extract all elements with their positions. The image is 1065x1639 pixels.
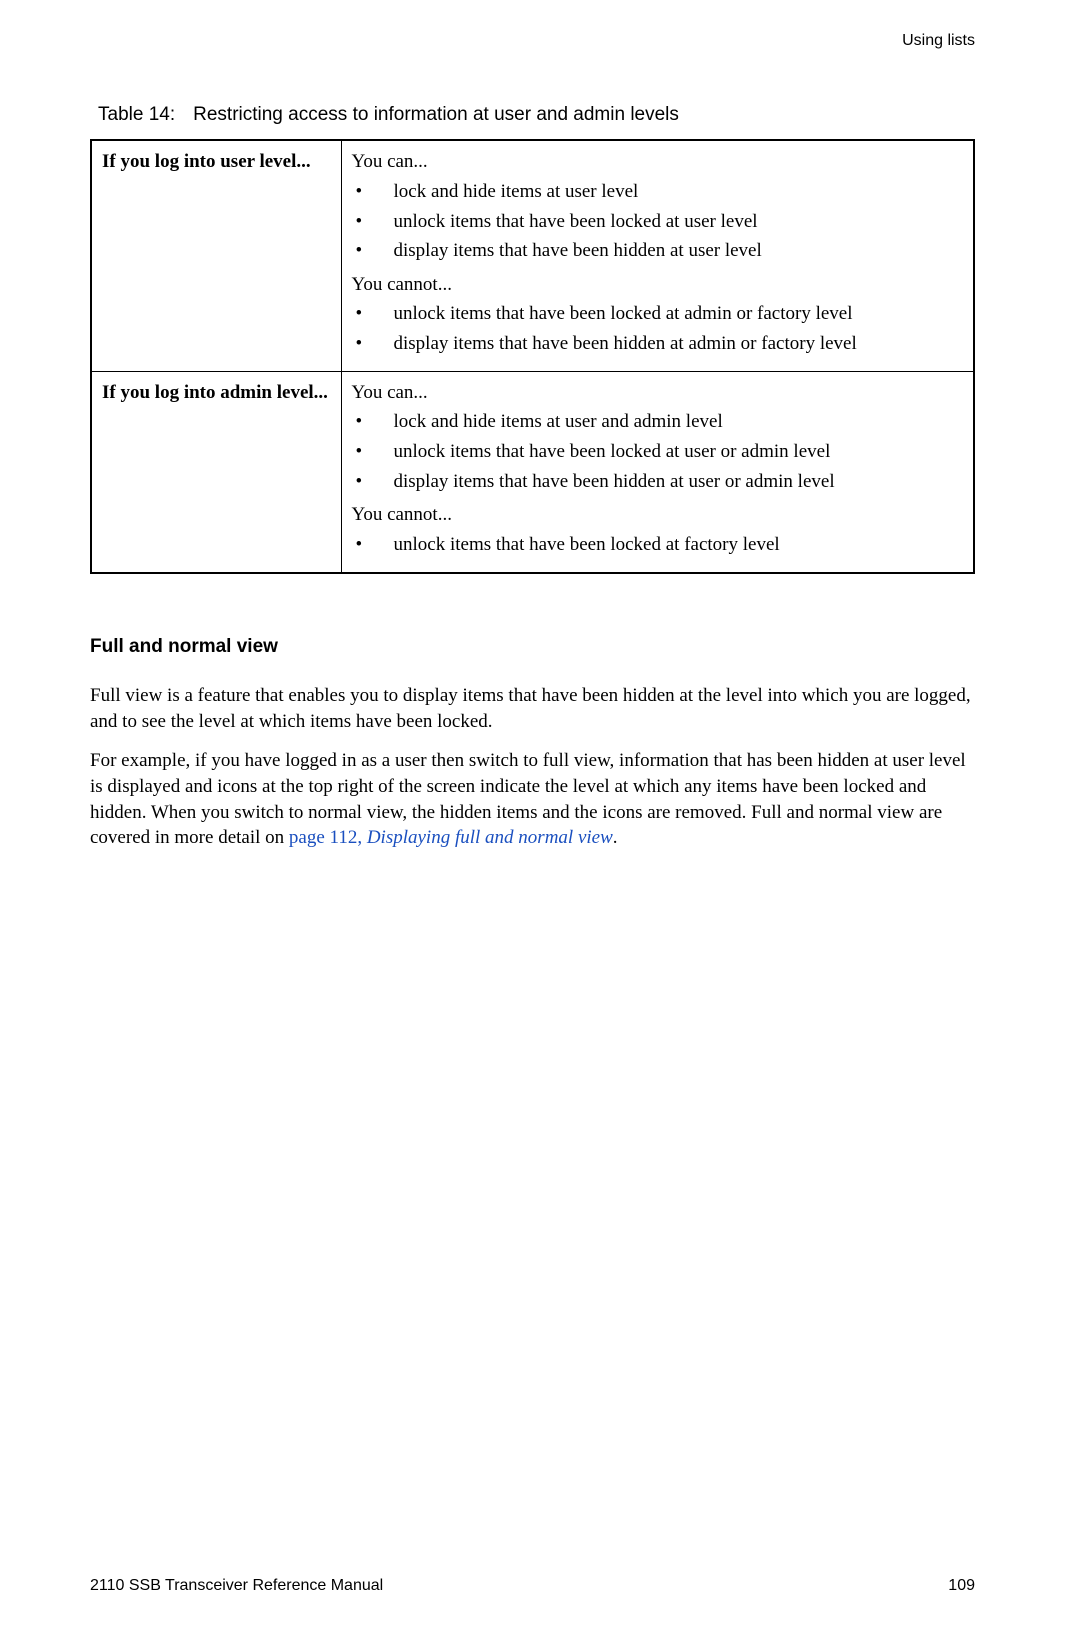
table-caption-label: Table 14: <box>98 104 175 125</box>
can-label: You can... <box>352 380 964 406</box>
details-cell: You can... lock and hide items at user a… <box>341 371 974 572</box>
page-link-title[interactable]: Displaying full and normal view <box>367 827 613 848</box>
condition-cell: If you log into user level... <box>91 140 341 371</box>
paragraph: For example, if you have logged in as a … <box>90 748 975 851</box>
table-caption-text: Restricting access to information at use… <box>193 104 679 125</box>
details-cell: You can... lock and hide items at user l… <box>341 140 974 371</box>
list-item: unlock items that have been locked at fa… <box>352 532 964 558</box>
page-footer: 2110 SSB Transceiver Reference Manual 10… <box>90 1575 975 1597</box>
cannot-list: unlock items that have been locked at fa… <box>352 532 964 558</box>
cannot-label: You cannot... <box>352 502 964 528</box>
cannot-list: unlock items that have been locked at ad… <box>352 301 964 356</box>
can-list: lock and hide items at user and admin le… <box>352 409 964 494</box>
list-item: display items that have been hidden at u… <box>352 238 964 264</box>
page-link[interactable]: page 112, <box>289 827 367 848</box>
table-row: If you log into user level... You can...… <box>91 140 974 371</box>
access-table: If you log into user level... You can...… <box>90 139 975 573</box>
footer-title: 2110 SSB Transceiver Reference Manual <box>90 1575 383 1597</box>
can-list: lock and hide items at user level unlock… <box>352 179 964 264</box>
page-header-section: Using lists <box>90 30 975 52</box>
list-item: lock and hide items at user level <box>352 179 964 205</box>
list-item: display items that have been hidden at u… <box>352 469 964 495</box>
list-item: unlock items that have been locked at us… <box>352 439 964 465</box>
cannot-label: You cannot... <box>352 272 964 298</box>
table-row: If you log into admin level... You can..… <box>91 371 974 572</box>
table-caption: Table 14: Restricting access to informati… <box>98 102 975 128</box>
list-item: lock and hide items at user and admin le… <box>352 409 964 435</box>
list-item: unlock items that have been locked at ad… <box>352 301 964 327</box>
paragraph: Full view is a feature that enables you … <box>90 683 975 734</box>
list-item: unlock items that have been locked at us… <box>352 209 964 235</box>
section-heading: Full and normal view <box>90 634 975 660</box>
can-label: You can... <box>352 149 964 175</box>
condition-cell: If you log into admin level... <box>91 371 341 572</box>
paragraph-text: . <box>613 827 618 848</box>
list-item: display items that have been hidden at a… <box>352 331 964 357</box>
footer-page-number: 109 <box>948 1575 975 1597</box>
